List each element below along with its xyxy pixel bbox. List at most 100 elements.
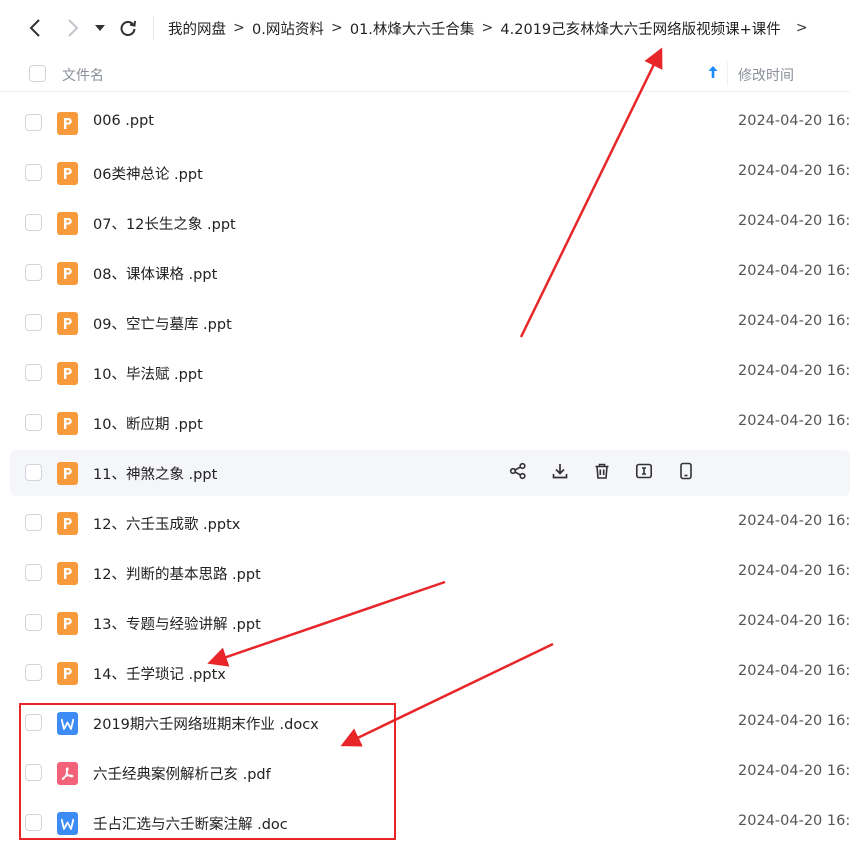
file-name[interactable]: 10、断应期 .ppt: [93, 413, 203, 434]
row-checkbox[interactable]: [25, 314, 42, 331]
doc-file-icon: [57, 812, 78, 835]
breadcrumb-item-website-data[interactable]: 0.网站资料: [252, 18, 324, 39]
file-name[interactable]: 08、课体课格 .ppt: [93, 263, 217, 284]
refresh-icon: [120, 20, 136, 36]
row-checkbox[interactable]: [25, 214, 42, 231]
file-mtime: 2024-04-20 16:: [738, 813, 850, 829]
file-name[interactable]: 006 .ppt: [93, 113, 154, 129]
breadcrumb-separator-icon: >: [481, 20, 494, 36]
file-name[interactable]: 六壬经典案例解析己亥 .pdf: [93, 763, 271, 784]
file-name[interactable]: 07、12长生之象 .ppt: [93, 213, 236, 234]
breadcrumb-separator-icon: >: [233, 20, 245, 36]
delete-button[interactable]: [591, 462, 613, 484]
ppt-file-icon: [57, 612, 78, 635]
file-name[interactable]: 壬占汇选与六壬断案注解 .doc: [93, 813, 288, 834]
file-row[interactable]: 08、课体课格 .ppt 2024-04-20 16:: [10, 250, 850, 296]
row-checkbox[interactable]: [25, 814, 42, 831]
file-row[interactable]: 11、神煞之象 .ppt: [10, 450, 850, 496]
file-row[interactable]: 12、六壬玉成歌 .pptx 2024-04-20 16:: [10, 500, 850, 546]
file-mtime: 2024-04-20 16:: [738, 663, 850, 679]
ppt-file-icon: [57, 562, 78, 585]
doc-file-icon: [57, 712, 78, 735]
pdf-file-icon: [57, 762, 78, 785]
row-action-bar: [507, 462, 717, 484]
breadcrumb-item-current[interactable]: 4.2019己亥林烽大六壬网络版视频课+课件: [500, 18, 780, 39]
column-header-name[interactable]: 文件名: [62, 65, 104, 85]
row-checkbox[interactable]: [25, 564, 42, 581]
row-checkbox[interactable]: [25, 714, 42, 731]
file-manager: 我的网盘 > 0.网站资料 > 01.林烽大六壬合集 > 4.2019己亥林烽大…: [0, 0, 850, 847]
ppt-file-icon: [57, 262, 78, 285]
row-checkbox[interactable]: [25, 364, 42, 381]
file-row[interactable]: 06类神总论 .ppt 2024-04-20 16:: [10, 150, 850, 196]
file-row[interactable]: 006 .ppt 2024-04-20 16:: [10, 100, 850, 146]
breadcrumb-separator-icon: >: [795, 20, 808, 36]
file-name[interactable]: 13、专题与经验讲解 .ppt: [93, 613, 261, 634]
file-mtime: 2024-04-20 16:: [738, 763, 850, 779]
row-checkbox[interactable]: [25, 414, 42, 431]
back-button[interactable]: [21, 14, 49, 42]
file-row[interactable]: 2019期六壬网络班期末作业 .docx 2024-04-20 16:: [10, 700, 850, 746]
column-divider: [727, 62, 728, 86]
file-mtime: 2024-04-20 16:: [738, 363, 850, 379]
rename-button[interactable]: [633, 462, 655, 484]
breadcrumb-item-root[interactable]: 我的网盘: [168, 18, 226, 39]
share-button[interactable]: [507, 462, 529, 484]
file-mtime: 2024-04-20 16:: [738, 113, 850, 129]
file-row[interactable]: 壬占汇选与六壬断案注解 .doc 2024-04-20 16:: [10, 800, 850, 846]
ppt-file-icon: [57, 512, 78, 535]
file-row[interactable]: 10、断应期 .ppt 2024-04-20 16:: [10, 400, 850, 446]
chevron-right-icon: [68, 19, 79, 37]
mobile-icon: [677, 462, 695, 484]
file-name[interactable]: 2019期六壬网络班期末作业 .docx: [93, 713, 319, 734]
row-checkbox[interactable]: [25, 514, 42, 531]
file-name[interactable]: 09、空亡与墓库 .ppt: [93, 313, 232, 334]
file-row[interactable]: 10、毕法赋 .ppt 2024-04-20 16:: [10, 350, 850, 396]
breadcrumb-item-collection[interactable]: 01.林烽大六壬合集: [350, 18, 475, 39]
caret-down-icon: [95, 25, 105, 31]
row-checkbox[interactable]: [25, 164, 42, 181]
file-mtime: 2024-04-20 16:: [738, 313, 850, 329]
row-checkbox[interactable]: [25, 614, 42, 631]
file-name[interactable]: 14、壬学琐记 .pptx: [93, 663, 226, 684]
file-row[interactable]: 13、专题与经验讲解 .ppt 2024-04-20 16:: [10, 600, 850, 646]
file-row[interactable]: 07、12长生之象 .ppt 2024-04-20 16:: [10, 200, 850, 246]
mobile-button[interactable]: [675, 462, 697, 484]
select-all-checkbox[interactable]: [29, 65, 46, 82]
file-mtime: 2024-04-20 16:: [738, 213, 850, 229]
row-checkbox[interactable]: [25, 114, 42, 131]
file-row[interactable]: 09、空亡与墓库 .ppt 2024-04-20 16:: [10, 300, 850, 346]
share-icon: [509, 462, 527, 484]
file-mtime: 2024-04-20 16:: [738, 713, 850, 729]
sort-button[interactable]: [707, 65, 719, 83]
ppt-file-icon: [57, 112, 78, 135]
arrow-up-icon: [708, 66, 718, 78]
file-row[interactable]: 12、判断的基本思路 .ppt 2024-04-20 16:: [10, 550, 850, 596]
file-row[interactable]: 14、壬学琐记 .pptx 2024-04-20 16:: [10, 650, 850, 696]
download-icon: [551, 462, 569, 484]
forward-button[interactable]: [59, 14, 87, 42]
row-checkbox[interactable]: [25, 464, 42, 481]
ppt-file-icon: [57, 362, 78, 385]
nav-bar: 我的网盘 > 0.网站资料 > 01.林烽大六壬合集 > 4.2019己亥林烽大…: [0, 0, 850, 56]
file-name[interactable]: 10、毕法赋 .ppt: [93, 363, 203, 384]
refresh-button[interactable]: [114, 14, 142, 42]
file-mtime: 2024-04-20 16:: [738, 163, 850, 179]
file-name[interactable]: 12、判断的基本思路 .ppt: [93, 563, 261, 584]
delete-icon: [593, 462, 611, 484]
file-name[interactable]: 06类神总论 .ppt: [93, 163, 203, 184]
ppt-file-icon: [57, 162, 78, 185]
rename-icon: [635, 462, 653, 484]
row-checkbox[interactable]: [25, 664, 42, 681]
row-checkbox[interactable]: [25, 264, 42, 281]
download-button[interactable]: [549, 462, 571, 484]
file-row[interactable]: 六壬经典案例解析己亥 .pdf 2024-04-20 16:: [10, 750, 850, 796]
file-name[interactable]: 11、神煞之象 .ppt: [93, 463, 217, 484]
breadcrumb-separator-icon: >: [330, 20, 343, 36]
history-dropdown-button[interactable]: [89, 14, 111, 42]
file-mtime: 2024-04-20 16:: [738, 513, 850, 529]
ppt-file-icon: [57, 312, 78, 335]
row-checkbox[interactable]: [25, 764, 42, 781]
file-name[interactable]: 12、六壬玉成歌 .pptx: [93, 513, 240, 534]
column-header-mtime[interactable]: 修改时间: [738, 65, 794, 85]
